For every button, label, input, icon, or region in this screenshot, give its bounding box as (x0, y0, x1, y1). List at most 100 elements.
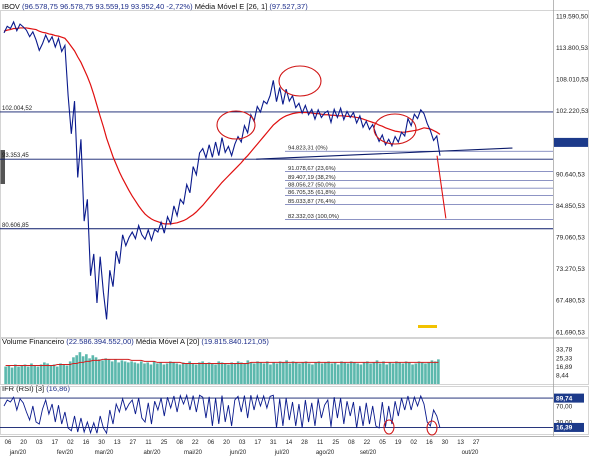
volume-bar (152, 361, 156, 384)
volume-tick-label: 8,44 (556, 373, 569, 380)
volume-bar (26, 366, 30, 384)
volume-bar (185, 363, 188, 384)
x-tick-label: 13 (114, 440, 121, 446)
volume-bar (104, 358, 108, 384)
volume-bar (201, 361, 204, 384)
volume-bar (139, 361, 143, 384)
volume-bar (333, 362, 337, 384)
volume-bar (420, 362, 424, 384)
volume-bar (101, 360, 104, 384)
x-tick-label: 22 (192, 440, 199, 446)
x-month-label: mar/20 (95, 450, 114, 456)
volume-bar (178, 364, 182, 384)
volume-tick-label: 25,33 (556, 355, 573, 362)
volume-bar (23, 364, 27, 384)
volume-bar (20, 365, 24, 384)
rsi-tick-label: 70,00 (556, 403, 573, 410)
x-tick-label: 27 (130, 440, 137, 446)
volume-bar (262, 363, 266, 384)
x-tick-label: 08 (348, 440, 355, 446)
volume-bar (7, 365, 11, 384)
volume-bar (346, 363, 350, 384)
ibov-chart[interactable]: 119.590,50 113.800,53 108.010,53 102.220,53… (0, 0, 589, 456)
volume-bar (359, 364, 363, 384)
price-badge (554, 137, 588, 147)
x-tick-label: 17 (51, 440, 58, 446)
volume-bar (127, 362, 130, 384)
volume-bar (59, 363, 62, 384)
volume-bar (49, 365, 53, 384)
volume-bar (362, 362, 366, 384)
volume-bar (30, 363, 33, 384)
volume-bar (110, 361, 114, 384)
volume-bar (17, 366, 20, 384)
volume-bar (207, 362, 211, 384)
volume-bar (181, 362, 185, 384)
volume-bar (97, 359, 101, 384)
x-tick-label: 28 (301, 440, 308, 446)
x-tick-label: 25 (332, 440, 339, 446)
volume-bar (130, 361, 133, 384)
volume-bar (285, 360, 288, 384)
volume-bar (227, 364, 230, 384)
volume-bar (417, 361, 421, 384)
x-tick-label: 16 (83, 440, 90, 446)
volume-bar (278, 361, 282, 384)
volume-bar (294, 362, 298, 384)
volume-bar (146, 362, 150, 384)
fibonacci-level-label: 94.823,31 (0%) (288, 146, 328, 152)
x-tick-label: 30 (98, 440, 105, 446)
fibonacci-level-label: 89.407,19 (38,2%) (288, 175, 336, 181)
volume-bar (10, 367, 14, 384)
volume-bar (275, 363, 279, 384)
volume-bar (94, 357, 98, 384)
volume-bar (198, 362, 201, 384)
volume-bar (291, 361, 295, 384)
price-tick-label: 61.690,53 (556, 329, 585, 336)
volume-bar (404, 361, 408, 384)
volume-bar (259, 362, 263, 384)
volume-bar (236, 361, 240, 384)
volume-bar (175, 363, 179, 384)
volume-bar (353, 362, 356, 384)
fibonacci-level-label: 91.078,67 (23,6%) (288, 166, 336, 172)
volume-bar (395, 361, 398, 384)
volume-bar (188, 361, 192, 384)
volume-bar (372, 362, 376, 384)
x-tick-label: 02 (67, 440, 74, 446)
volume-bar (327, 361, 330, 384)
x-tick-label: 30 (442, 440, 449, 446)
volume-bar (401, 363, 405, 384)
price-tick-label: 108.010,53 (556, 77, 589, 84)
volume-bar (304, 361, 308, 384)
volume-bar (385, 364, 389, 384)
volume-bar (256, 361, 259, 384)
volume-bar (62, 364, 66, 384)
volume-bar (65, 365, 69, 384)
volume-bar (172, 362, 175, 384)
volume-bar (349, 361, 353, 384)
x-month-label: set/20 (360, 450, 377, 456)
x-month-label: jan/20 (9, 450, 27, 456)
annotation-ellipse (373, 113, 417, 145)
volume-bar (324, 362, 327, 384)
x-tick-label: 20 (223, 440, 230, 446)
price-tick-label: 84.850,53 (556, 203, 585, 210)
x-tick-label: 19 (395, 440, 402, 446)
volume-bar (411, 364, 414, 384)
volume-bar (340, 361, 343, 384)
volume-tick-label: 33,78 (556, 347, 573, 354)
volume-bar (220, 362, 224, 384)
volume-bar (39, 364, 43, 384)
volume-bar (210, 363, 214, 384)
volume-bar (217, 361, 221, 384)
volume-bar (223, 363, 227, 384)
volume-bar (78, 352, 82, 384)
x-month-label: fev/20 (57, 450, 74, 456)
panel-frame (0, 10, 589, 338)
x-tick-label: 31 (270, 440, 277, 446)
volume-bar (4, 366, 7, 384)
volume-bar (194, 364, 198, 384)
volume-bar (391, 363, 395, 384)
volume-bar (343, 362, 347, 384)
